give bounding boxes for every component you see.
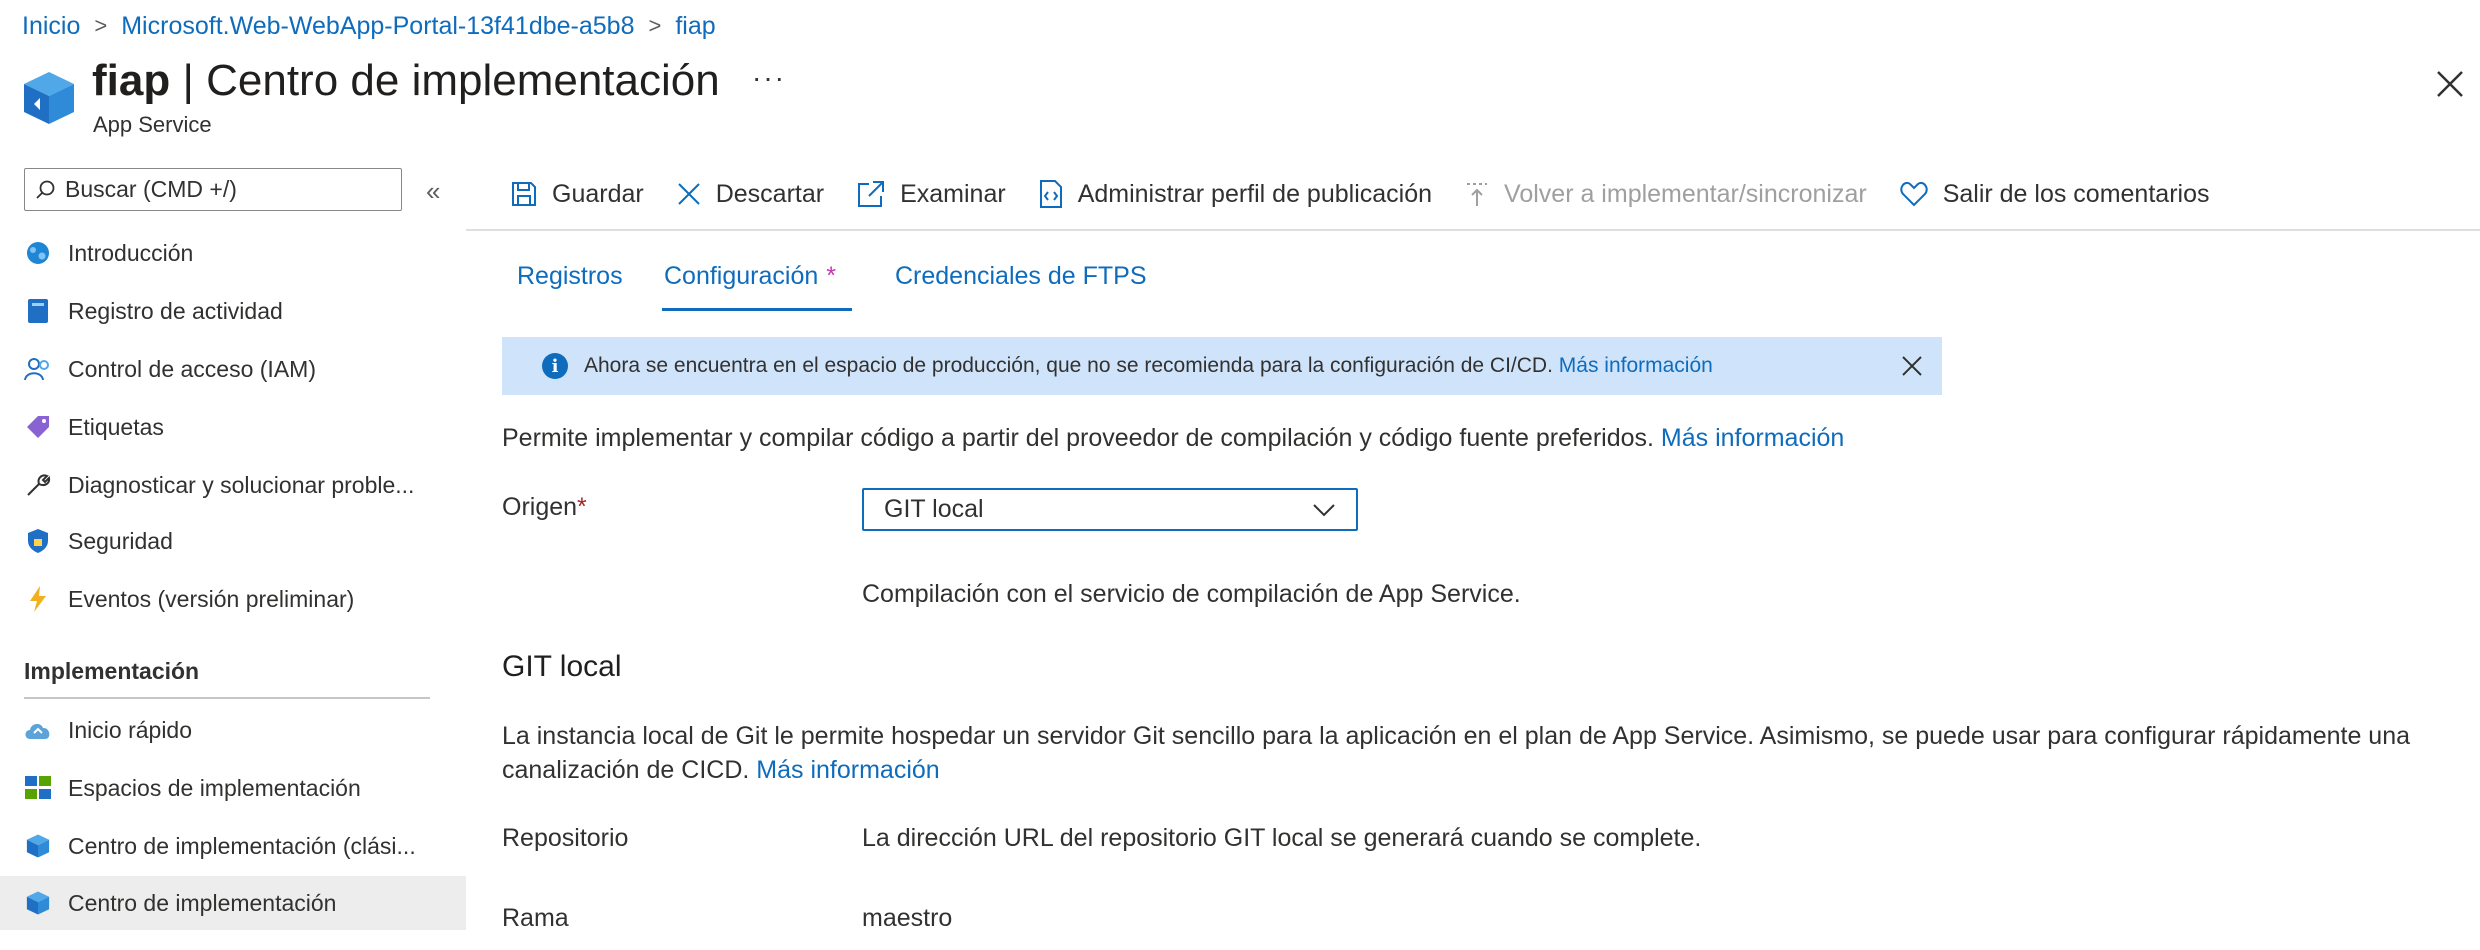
sync-icon [1467,183,1488,206]
save-button[interactable]: Guardar [510,180,644,209]
sidebar-item-label: Eventos (versión preliminar) [68,585,355,612]
app-service-cube-icon [24,832,52,860]
sidebar-item-deployment-center-classic[interactable]: Centro de implementación (clási... [0,819,466,873]
branch-value: maestro [862,904,953,932]
redeploy-sync-button[interactable]: Volver a implementar/sincronizar [1464,180,1867,209]
globe-icon [24,239,52,267]
collapse-sidebar-icon[interactable]: « [426,176,440,207]
sidebar-item-deployment-center[interactable]: Centro de implementación [0,876,466,930]
breadcrumb: Inicio > Microsoft.Web-WebApp-Portal-13f… [22,10,716,42]
save-icon [512,182,536,206]
breadcrumb-home-link[interactable]: Inicio [22,12,80,41]
sidebar-item-label: Centro de implementación [68,889,337,916]
unsaved-marker: * [826,262,836,290]
command-bar: Guardar Descartar Examinar Administrar p… [510,172,2241,216]
chevron-down-icon [1313,503,1335,516]
search-input[interactable]: Buscar (CMD +/) [24,168,402,211]
search-icon [36,180,55,199]
divider [24,697,430,699]
sidebar-item-label: Centro de implementación (clási... [68,832,416,859]
repository-value: La dirección URL del repositorio GIT loc… [862,824,1702,852]
close-icon[interactable] [1898,352,1926,380]
git-description-line2: canalización de CICD. Más información [502,756,940,784]
sidebar-item-label: Control de acceso (IAM) [68,355,316,382]
wrench-icon [24,471,52,499]
sidebar-item-label: Introducción [68,239,194,266]
slots-icon [24,774,52,802]
sidebar-item-tags[interactable]: Etiquetas [0,400,466,454]
close-icon[interactable] [2432,66,2468,102]
page-subtitle: App Service [93,112,212,137]
sidebar-item-label: Seguridad [68,527,173,554]
app-service-cube-icon [22,70,76,126]
required-marker: * [577,493,587,521]
sidebar-item-label: Registro de actividad [68,297,283,324]
sidebar-item-label: Espacios de implementación [68,774,361,801]
source-label: Origen* [502,493,587,521]
publish-profile-icon [1039,180,1062,208]
banner-text: Ahora se encuentra en el espacio de prod… [584,354,1553,377]
sidebar-item-events[interactable]: Eventos (versión preliminar) [0,572,466,626]
sidebar-item-label: Inicio rápido [68,716,193,743]
more-options-icon[interactable]: ··· [752,62,786,94]
tab-settings[interactable]: Configuración * [664,262,836,291]
tab-logs[interactable]: Registros [517,262,623,291]
open-external-icon [858,181,885,207]
app-service-cube-icon [24,889,52,917]
shield-icon [24,527,52,555]
page-title: fiap | Centro de implementación [92,56,720,105]
discard-icon [678,183,700,205]
lightning-icon [24,585,52,613]
heart-icon [1899,182,1928,207]
sidebar-item-overview[interactable]: Introducción [0,226,466,280]
chevron-right-icon: > [94,13,108,38]
git-local-heading: GIT local [502,650,622,683]
manage-publish-profile-button[interactable]: Administrar perfil de publicación [1038,179,1432,209]
chevron-right-icon: > [648,13,662,38]
sidebar-item-activity-log[interactable]: Registro de actividad [0,284,466,338]
active-tab-indicator [662,308,852,311]
people-icon [24,355,52,383]
sidebar-item-label: Diagnosticar y solucionar proble... [68,471,415,498]
sidebar-item-diagnose[interactable]: Diagnosticar y solucionar proble... [0,458,466,512]
info-banner: i Ahora se encuentra en el espacio de pr… [502,337,1942,395]
sidebar-item-iam[interactable]: Control de acceso (IAM) [0,342,466,396]
sidebar-section-deployment: Implementación [24,658,200,684]
cloud-icon [24,716,52,744]
intro-text: Permite implementar y compilar código a … [502,424,1845,452]
search-placeholder: Buscar (CMD +/) [65,176,237,202]
git-learn-more-link[interactable]: Más información [756,756,939,784]
repository-label: Repositorio [502,824,629,852]
banner-learn-more-link[interactable]: Más información [1559,354,1713,378]
divider [466,229,2480,231]
tag-icon [24,413,52,441]
sidebar-item-label: Etiquetas [68,413,164,440]
breadcrumb-app-link[interactable]: fiap [675,12,715,41]
browse-button[interactable]: Examinar [856,179,1006,209]
breadcrumb-resource-group-link[interactable]: Microsoft.Web-WebApp-Portal-13f41dbe-a5b… [121,12,634,41]
source-selected-value: GIT local [884,495,984,523]
sidebar-item-security[interactable]: Seguridad [0,514,466,568]
sidebar-item-quickstart[interactable]: Inicio rápido [0,703,466,757]
build-provider-text: Compilación con el servicio de compilaci… [862,580,1521,608]
activity-log-icon [24,297,52,325]
discard-button[interactable]: Descartar [676,180,824,209]
git-description-line1: La instancia local de Git le permite hos… [502,722,2411,750]
sidebar-item-deployment-slots[interactable]: Espacios de implementación [0,761,466,815]
feedback-button[interactable]: Salir de los comentarios [1899,180,2209,209]
branch-label: Rama [502,904,569,932]
source-dropdown[interactable]: GIT local [862,488,1358,531]
info-icon: i [542,353,568,379]
tab-ftps-credentials[interactable]: Credenciales de FTPS [895,262,1147,291]
intro-learn-more-link[interactable]: Más información [1661,424,1844,452]
